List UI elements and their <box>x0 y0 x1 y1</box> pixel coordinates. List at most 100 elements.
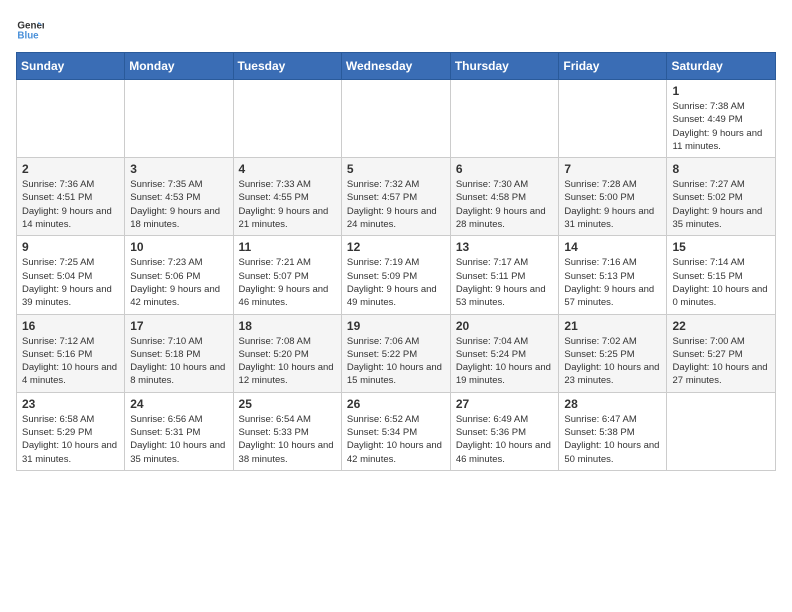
calendar-cell: 21 Sunrise: 7:02 AM Sunset: 5:25 PM Dayli… <box>559 314 667 392</box>
calendar-cell: 3Sunrise: 7:35 AM Sunset: 4:53 PM Daylig… <box>125 158 233 236</box>
calendar-cell: 20 Sunrise: 7:04 AM Sunset: 5:24 PM Dayli… <box>450 314 559 392</box>
day-number: 1 <box>672 84 770 98</box>
calendar-header-row: SundayMondayTuesdayWednesdayThursdayFrid… <box>17 53 776 80</box>
day-number: 12 <box>347 240 445 254</box>
day-number: 9 <box>22 240 119 254</box>
calendar-cell: 22 Sunrise: 7:00 AM Sunset: 5:27 PM Dayli… <box>667 314 776 392</box>
day-info: Sunrise: 7:36 AM Sunset: 4:51 PM Dayligh… <box>22 178 119 231</box>
day-info: Sunrise: 7:06 AM Sunset: 5:22 PM Dayligh… <box>347 335 445 388</box>
day-number: 10 <box>130 240 227 254</box>
day-number: 20 <box>456 319 554 333</box>
day-info: Sunrise: 7:25 AM Sunset: 5:04 PM Dayligh… <box>22 256 119 309</box>
calendar-week-row: 1 Sunrise: 7:38 AM Sunset: 4:49 PM Daylig… <box>17 80 776 158</box>
calendar-cell: 28Sunrise: 6:47 AM Sunset: 5:38 PM Dayli… <box>559 392 667 470</box>
day-number: 13 <box>456 240 554 254</box>
day-number: 23 <box>22 397 119 411</box>
day-info: Sunrise: 7:32 AM Sunset: 4:57 PM Dayligh… <box>347 178 445 231</box>
calendar-cell: 7 Sunrise: 7:28 AM Sunset: 5:00 PM Daylig… <box>559 158 667 236</box>
weekday-header-friday: Friday <box>559 53 667 80</box>
day-info: Sunrise: 7:38 AM Sunset: 4:49 PM Dayligh… <box>672 100 770 153</box>
day-number: 17 <box>130 319 227 333</box>
calendar-cell <box>667 392 776 470</box>
weekday-header-saturday: Saturday <box>667 53 776 80</box>
calendar-cell: 6Sunrise: 7:30 AM Sunset: 4:58 PM Daylig… <box>450 158 559 236</box>
weekday-header-tuesday: Tuesday <box>233 53 341 80</box>
calendar-table: SundayMondayTuesdayWednesdayThursdayFrid… <box>16 52 776 471</box>
calendar-cell: 19Sunrise: 7:06 AM Sunset: 5:22 PM Dayli… <box>341 314 450 392</box>
day-number: 16 <box>22 319 119 333</box>
weekday-header-sunday: Sunday <box>17 53 125 80</box>
day-info: Sunrise: 7:14 AM Sunset: 5:15 PM Dayligh… <box>672 256 770 309</box>
day-info: Sunrise: 7:04 AM Sunset: 5:24 PM Dayligh… <box>456 335 554 388</box>
calendar-cell <box>559 80 667 158</box>
calendar-cell: 5 Sunrise: 7:32 AM Sunset: 4:57 PM Daylig… <box>341 158 450 236</box>
day-info: Sunrise: 6:47 AM Sunset: 5:38 PM Dayligh… <box>564 413 661 466</box>
calendar-cell: 10 Sunrise: 7:23 AM Sunset: 5:06 PM Dayli… <box>125 236 233 314</box>
logo-icon: General Blue <box>16 16 44 44</box>
day-number: 5 <box>347 162 445 176</box>
calendar-cell: 17 Sunrise: 7:10 AM Sunset: 5:18 PM Dayli… <box>125 314 233 392</box>
day-number: 3 <box>130 162 227 176</box>
day-info: Sunrise: 6:52 AM Sunset: 5:34 PM Dayligh… <box>347 413 445 466</box>
day-info: Sunrise: 7:19 AM Sunset: 5:09 PM Dayligh… <box>347 256 445 309</box>
calendar-week-row: 16 Sunrise: 7:12 AM Sunset: 5:16 PM Dayli… <box>17 314 776 392</box>
day-number: 2 <box>22 162 119 176</box>
day-info: Sunrise: 7:28 AM Sunset: 5:00 PM Dayligh… <box>564 178 661 231</box>
day-info: Sunrise: 6:49 AM Sunset: 5:36 PM Dayligh… <box>456 413 554 466</box>
day-number: 8 <box>672 162 770 176</box>
day-info: Sunrise: 6:58 AM Sunset: 5:29 PM Dayligh… <box>22 413 119 466</box>
calendar-cell: 16 Sunrise: 7:12 AM Sunset: 5:16 PM Dayli… <box>17 314 125 392</box>
calendar-cell: 12 Sunrise: 7:19 AM Sunset: 5:09 PM Dayli… <box>341 236 450 314</box>
page-header: General Blue <box>16 16 776 44</box>
calendar-cell <box>450 80 559 158</box>
calendar-cell: 4 Sunrise: 7:33 AM Sunset: 4:55 PM Daylig… <box>233 158 341 236</box>
day-number: 4 <box>239 162 336 176</box>
day-number: 26 <box>347 397 445 411</box>
day-info: Sunrise: 6:54 AM Sunset: 5:33 PM Dayligh… <box>239 413 336 466</box>
day-info: Sunrise: 7:16 AM Sunset: 5:13 PM Dayligh… <box>564 256 661 309</box>
calendar-cell <box>233 80 341 158</box>
day-info: Sunrise: 7:17 AM Sunset: 5:11 PM Dayligh… <box>456 256 554 309</box>
calendar-cell: 8 Sunrise: 7:27 AM Sunset: 5:02 PM Daylig… <box>667 158 776 236</box>
svg-text:Blue: Blue <box>17 30 39 41</box>
calendar-cell: 15Sunrise: 7:14 AM Sunset: 5:15 PM Dayli… <box>667 236 776 314</box>
day-number: 7 <box>564 162 661 176</box>
day-info: Sunrise: 7:08 AM Sunset: 5:20 PM Dayligh… <box>239 335 336 388</box>
calendar-cell: 14 Sunrise: 7:16 AM Sunset: 5:13 PM Dayli… <box>559 236 667 314</box>
calendar-week-row: 2 Sunrise: 7:36 AM Sunset: 4:51 PM Daylig… <box>17 158 776 236</box>
calendar-cell: 2 Sunrise: 7:36 AM Sunset: 4:51 PM Daylig… <box>17 158 125 236</box>
day-number: 22 <box>672 319 770 333</box>
weekday-header-monday: Monday <box>125 53 233 80</box>
day-number: 14 <box>564 240 661 254</box>
day-info: Sunrise: 7:30 AM Sunset: 4:58 PM Dayligh… <box>456 178 554 231</box>
day-info: Sunrise: 7:12 AM Sunset: 5:16 PM Dayligh… <box>22 335 119 388</box>
day-info: Sunrise: 7:02 AM Sunset: 5:25 PM Dayligh… <box>564 335 661 388</box>
calendar-cell: 9 Sunrise: 7:25 AM Sunset: 5:04 PM Daylig… <box>17 236 125 314</box>
day-number: 21 <box>564 319 661 333</box>
calendar-cell: 13 Sunrise: 7:17 AM Sunset: 5:11 PM Dayli… <box>450 236 559 314</box>
calendar-cell: 24Sunrise: 6:56 AM Sunset: 5:31 PM Dayli… <box>125 392 233 470</box>
day-number: 25 <box>239 397 336 411</box>
day-info: Sunrise: 7:10 AM Sunset: 5:18 PM Dayligh… <box>130 335 227 388</box>
day-info: Sunrise: 7:21 AM Sunset: 5:07 PM Dayligh… <box>239 256 336 309</box>
calendar-cell: 11 Sunrise: 7:21 AM Sunset: 5:07 PM Dayli… <box>233 236 341 314</box>
day-number: 11 <box>239 240 336 254</box>
day-number: 27 <box>456 397 554 411</box>
calendar-cell: 23 Sunrise: 6:58 AM Sunset: 5:29 PM Dayli… <box>17 392 125 470</box>
calendar-cell: 1 Sunrise: 7:38 AM Sunset: 4:49 PM Daylig… <box>667 80 776 158</box>
calendar-cell: 18 Sunrise: 7:08 AM Sunset: 5:20 PM Dayli… <box>233 314 341 392</box>
day-info: Sunrise: 7:23 AM Sunset: 5:06 PM Dayligh… <box>130 256 227 309</box>
calendar-week-row: 23 Sunrise: 6:58 AM Sunset: 5:29 PM Dayli… <box>17 392 776 470</box>
calendar-cell <box>17 80 125 158</box>
day-info: Sunrise: 6:56 AM Sunset: 5:31 PM Dayligh… <box>130 413 227 466</box>
calendar-week-row: 9 Sunrise: 7:25 AM Sunset: 5:04 PM Daylig… <box>17 236 776 314</box>
day-info: Sunrise: 7:27 AM Sunset: 5:02 PM Dayligh… <box>672 178 770 231</box>
calendar-cell: 26 Sunrise: 6:52 AM Sunset: 5:34 PM Dayli… <box>341 392 450 470</box>
weekday-header-wednesday: Wednesday <box>341 53 450 80</box>
day-info: Sunrise: 7:00 AM Sunset: 5:27 PM Dayligh… <box>672 335 770 388</box>
calendar-cell: 27 Sunrise: 6:49 AM Sunset: 5:36 PM Dayli… <box>450 392 559 470</box>
day-info: Sunrise: 7:33 AM Sunset: 4:55 PM Dayligh… <box>239 178 336 231</box>
weekday-header-thursday: Thursday <box>450 53 559 80</box>
day-number: 18 <box>239 319 336 333</box>
calendar-cell <box>341 80 450 158</box>
